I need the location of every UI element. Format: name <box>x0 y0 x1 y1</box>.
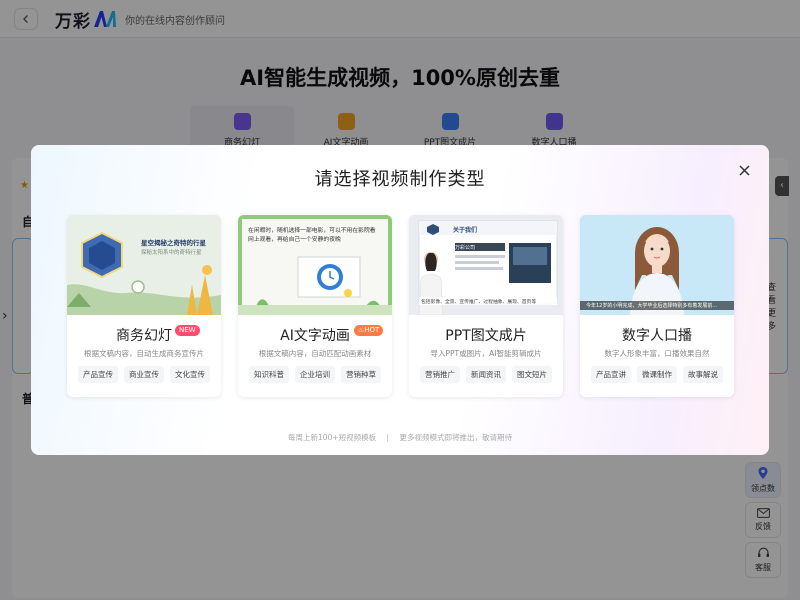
thumb-title: 星空揭秘之奇特的行星 <box>141 239 206 247</box>
card-description: 数字人形象丰富，口播效果自然 <box>604 349 710 358</box>
card-title: AI文字动画 <box>280 328 350 344</box>
tag: 营销种草 <box>341 366 381 383</box>
thumb-title: 关于我们 <box>453 227 478 234</box>
card-tags: 知识科普 企业培训 营销种草 <box>238 366 392 383</box>
footer-separator: | <box>386 433 390 442</box>
modal-title: 请选择视频制作类型 <box>314 169 486 190</box>
thumbnail-digital-human: 今年12岁的小明完成，大学毕业后选择特别多有着发展前... <box>580 215 734 315</box>
card-business-slides[interactable]: 星空揭秘之奇特的行星 探秘太阳系中的奇特行星 商务幻灯 NEW 根据文稿内容，自… <box>67 215 221 397</box>
thumb-text-line2: 网上观看，再给自己一个安静的夜晚 <box>248 237 341 243</box>
thumbnail-ai-text-animation: 在闲暇时，随机选择一部电影，可以不用在影院看 网上观看，再给自己一个安静的夜晚 <box>238 215 392 315</box>
hot-badge: ♨HOT <box>354 325 384 336</box>
slide-preview-art <box>67 215 221 315</box>
card-title: 商务幻灯 <box>116 328 172 344</box>
tag: 文化宣传 <box>170 366 210 383</box>
modal-footer: 每周上新100+短视频模板 | 更多视频模式即将推出，敬请期待 <box>31 432 769 443</box>
video-type-modal: 请选择视频制作类型 星空揭秘之奇特的行星 探秘太阳系中的奇特行星 商务幻灯 NE… <box>31 145 769 455</box>
thumb-caption: 今年12岁的小明完成，大学毕业后选择特别多有着发展前... <box>586 303 718 309</box>
thumb-subtitle: 探秘太阳系中的奇特行星 <box>141 250 202 256</box>
footer-left-text: 每周上新100+短视频模板 <box>288 433 377 442</box>
badge-text: HOT <box>364 326 380 334</box>
card-digital-human[interactable]: 今年12岁的小明完成，大学毕业后选择特别多有着发展前... 数字人口播 数字人形… <box>580 215 734 397</box>
thumbnail-business-slides: 星空揭秘之奇特的行星 探秘太阳系中的奇特行星 <box>67 215 221 315</box>
tag: 产品宣传 <box>78 366 118 383</box>
card-description: 根据文稿内容，自动匹配动画素材 <box>258 349 372 358</box>
card-description: 导入PPT或图片，AI智能剪辑成片 <box>430 349 542 358</box>
card-tags: 产品宣传 商业宣传 文化宣传 <box>67 366 221 383</box>
card-tags: 产品宣讲 微课制作 故事解说 <box>580 366 734 383</box>
card-description: 根据文稿内容，自动生成商务宣传片 <box>84 349 204 358</box>
tag: 企业培训 <box>295 366 335 383</box>
card-ai-text-animation[interactable]: 在闲暇时，随机选择一部电影，可以不用在影院看 网上观看，再给自己一个安静的夜晚 … <box>238 215 392 397</box>
thumb-text-line1: 在闲暇时，随机选择一部电影，可以不用在影院看 <box>248 228 376 234</box>
tag: 故事解说 <box>683 366 723 383</box>
tag: 新闻资讯 <box>466 366 506 383</box>
tag: 营销推广 <box>420 366 460 383</box>
thumbnail-ppt-video: 关于我们 万彩公司 包括影像、全景、宣传推广、过程抽象、展现、首页等 <box>409 215 563 315</box>
card-tags: 营销推广 新闻资讯 图文短片 <box>409 366 563 383</box>
tag: 微课制作 <box>637 366 677 383</box>
tag: 知识科普 <box>249 366 289 383</box>
footer-right-text: 更多视频模式即将推出，敬请期待 <box>399 433 512 442</box>
card-ppt-video[interactable]: 关于我们 万彩公司 包括影像、全景、宣传推广、过程抽象、展现、首页等 PPT图文… <box>409 215 563 397</box>
digital-human-preview-art <box>580 215 734 315</box>
close-button[interactable] <box>735 161 753 179</box>
new-badge: NEW <box>175 325 200 336</box>
tag: 产品宣讲 <box>591 366 631 383</box>
card-title: PPT图文成片 <box>445 328 527 344</box>
thumb-caption: 包括影像、全景、宣传推广、过程抽象、展现、首页等 <box>421 300 537 305</box>
tag: 商业宣传 <box>124 366 164 383</box>
video-type-cards: 星空揭秘之奇特的行星 探秘太阳系中的奇特行星 商务幻灯 NEW 根据文稿内容，自… <box>67 215 734 397</box>
thumb-subtitle: 万彩公司 <box>455 245 476 251</box>
card-title: 数字人口播 <box>622 328 692 344</box>
close-icon <box>738 164 750 176</box>
tag: 图文短片 <box>512 366 552 383</box>
